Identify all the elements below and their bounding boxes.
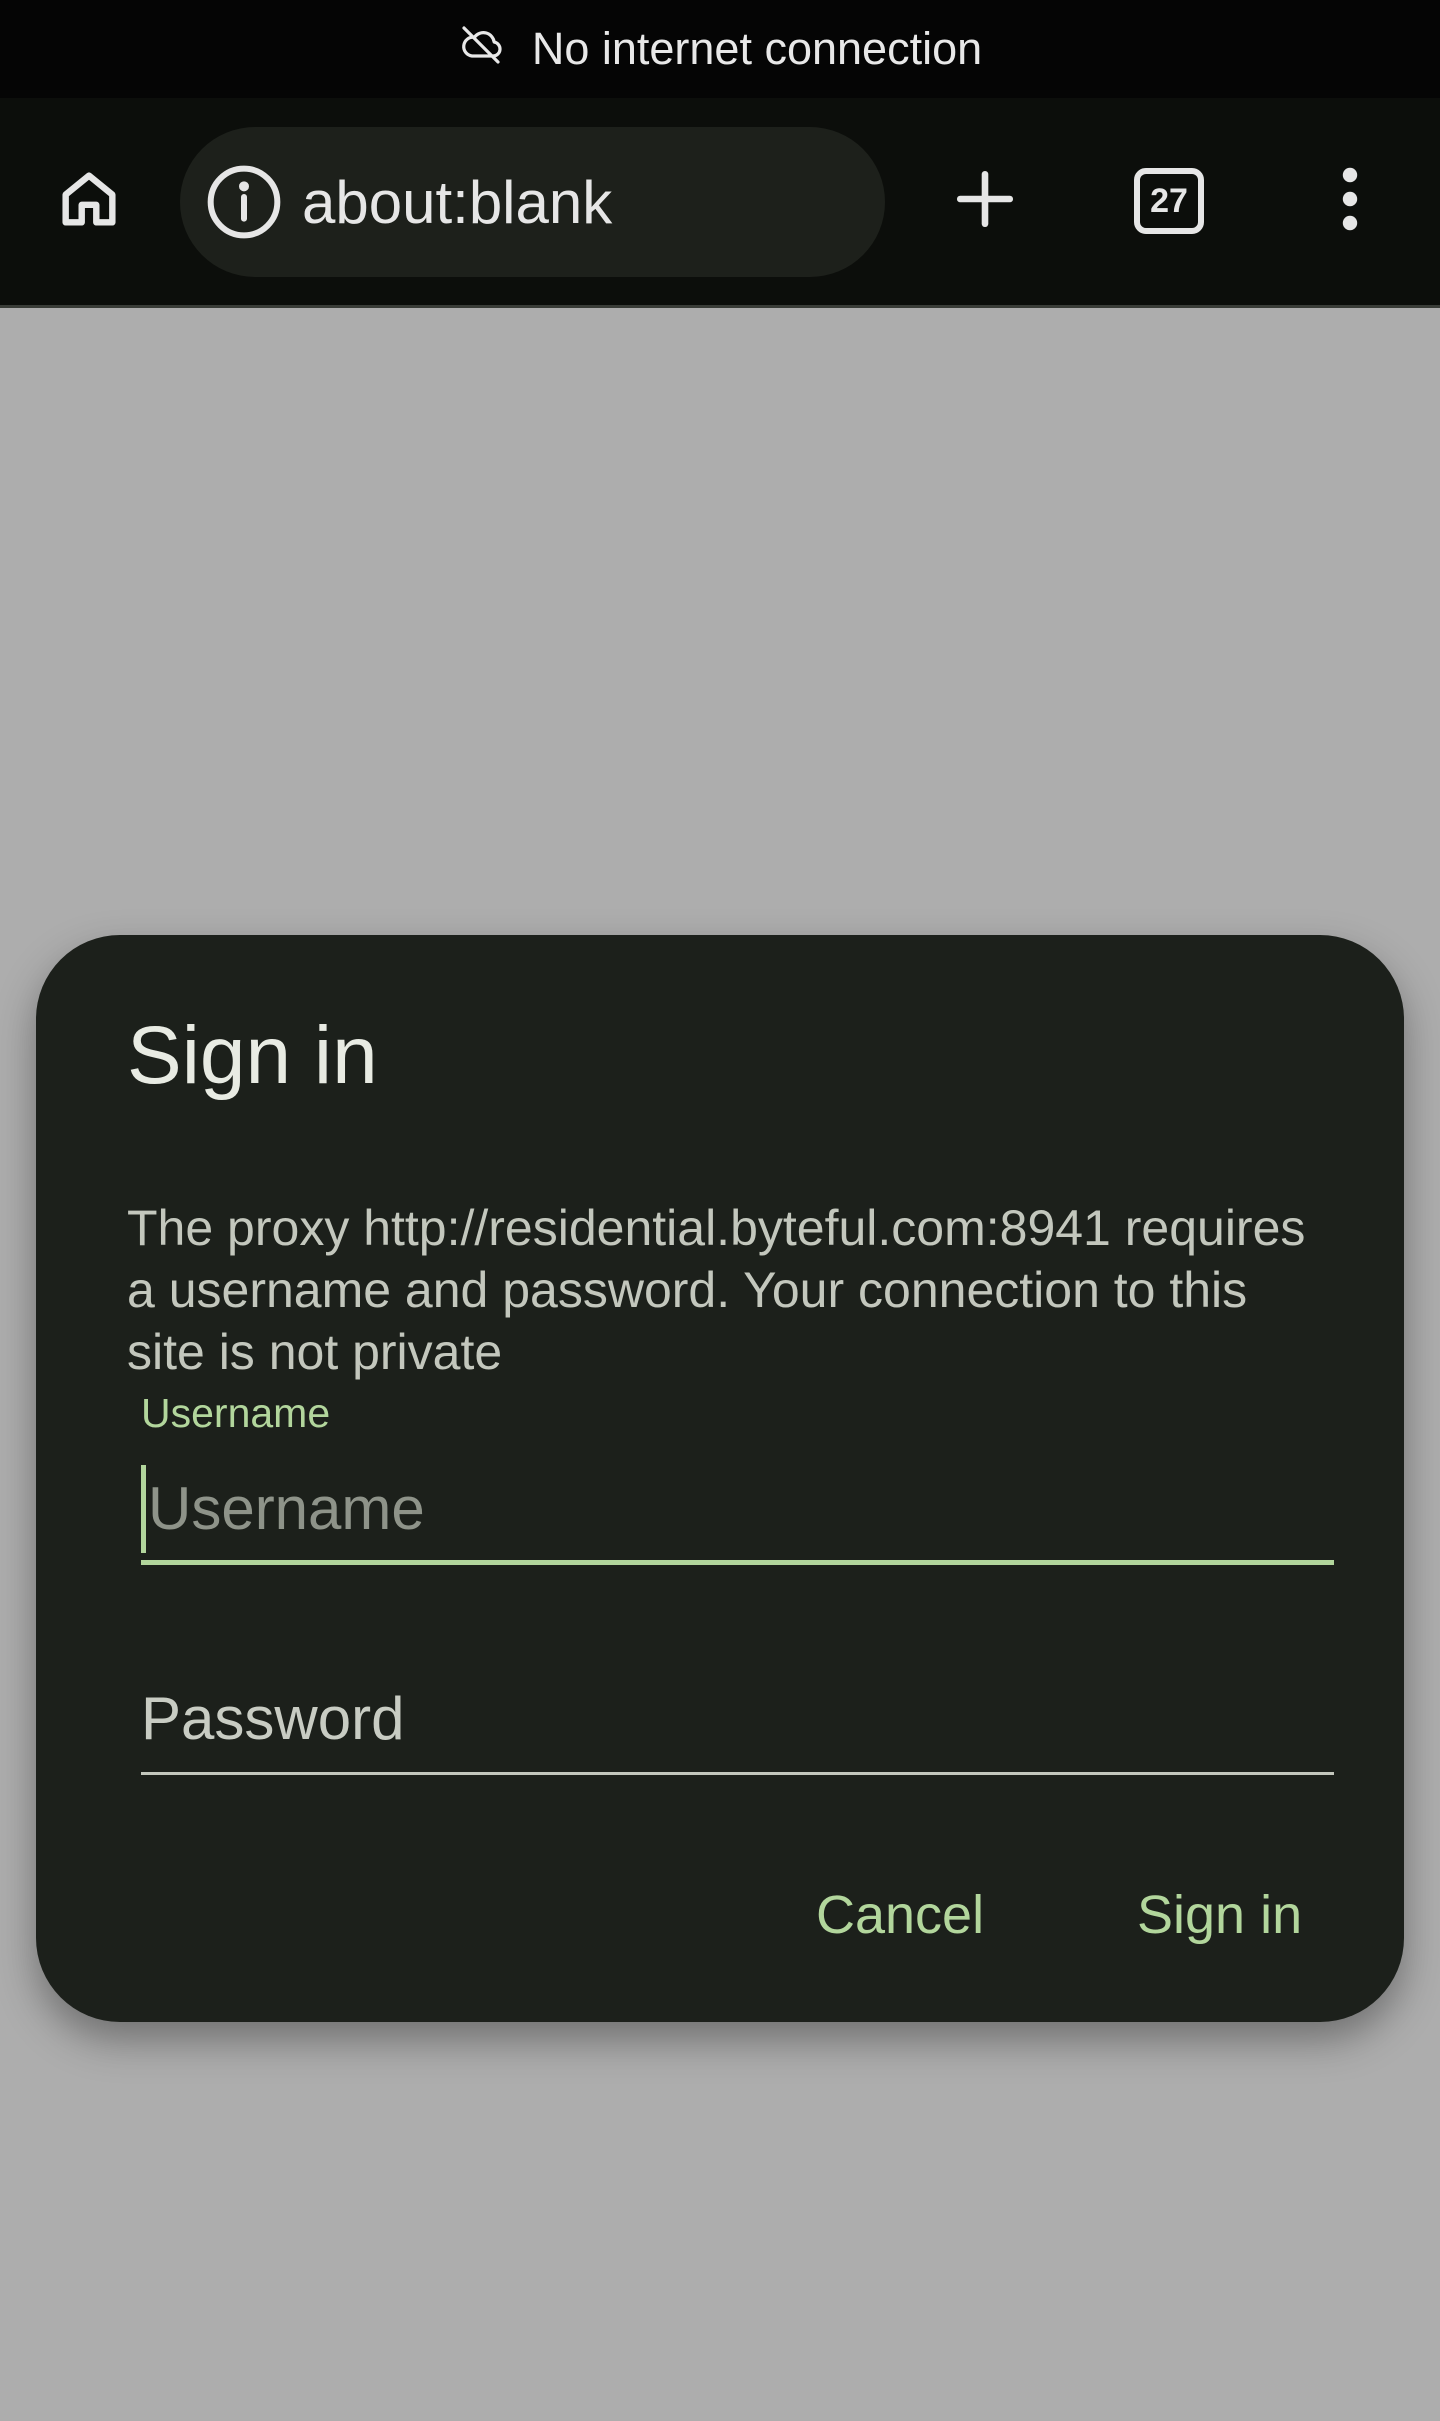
password-input[interactable]: Password (141, 1665, 1334, 1775)
proxy-sign-in-dialog: Sign in The proxy http://residential.byt… (36, 935, 1404, 2022)
tab-switcher-button[interactable]: 27 (1124, 156, 1214, 246)
new-tab-button[interactable] (940, 156, 1030, 246)
omnibox[interactable]: about:blank (180, 127, 885, 277)
tab-count: 27 (1134, 168, 1204, 234)
home-icon (54, 164, 124, 239)
plus-icon (952, 166, 1018, 237)
url-text[interactable]: about:blank (302, 168, 612, 237)
password-placeholder: Password (141, 1685, 405, 1752)
dialog-message: The proxy http://residential.byteful.com… (127, 1200, 1306, 1380)
menu-button[interactable] (1305, 156, 1395, 246)
username-placeholder: Username (148, 1475, 425, 1542)
info-icon[interactable] (202, 160, 286, 244)
status-bar: No internet connection (0, 0, 1440, 98)
sign-in-button[interactable]: Sign in (1137, 1865, 1302, 1965)
cloud-off-icon (458, 20, 506, 79)
browser-toolbar: about:blank 27 (0, 98, 1440, 308)
home-button[interactable] (46, 158, 132, 244)
cancel-button[interactable]: Cancel (816, 1865, 984, 1965)
text-caret (141, 1464, 146, 1553)
more-vert-icon (1335, 163, 1365, 240)
status-text: No internet connection (531, 23, 983, 74)
dialog-title: Sign in (127, 1010, 378, 1101)
username-label: Username (141, 1390, 331, 1436)
username-input[interactable]: Username (141, 1457, 1334, 1565)
